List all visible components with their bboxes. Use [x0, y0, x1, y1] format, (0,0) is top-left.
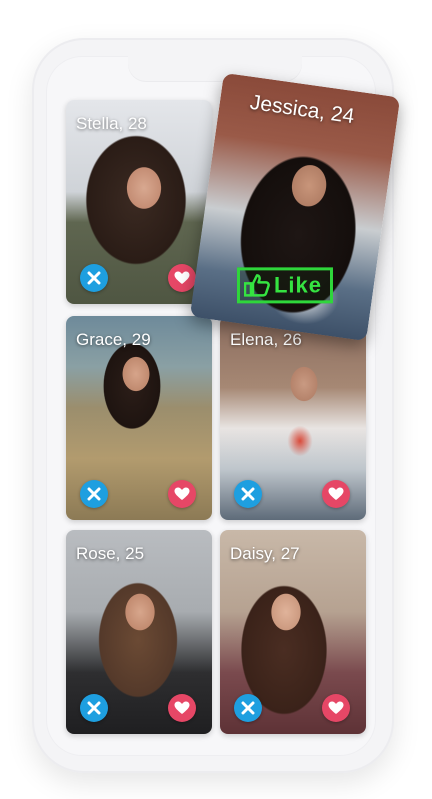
like-stamp-label: Like — [273, 272, 323, 298]
profile-card-grace[interactable]: Grace, 29 — [66, 316, 212, 520]
profile-card-stella[interactable]: Stella, 28 — [66, 100, 212, 304]
close-x-icon — [87, 487, 101, 501]
reject-button[interactable] — [80, 480, 108, 508]
like-button[interactable] — [168, 694, 196, 722]
profile-name: Grace, 29 — [76, 330, 151, 349]
profile-name: Rose, 25 — [76, 544, 145, 563]
phone-notch — [128, 56, 302, 82]
like-button[interactable] — [168, 264, 196, 292]
profile-card-jessica[interactable]: Jessica, 24 Like — [189, 72, 401, 342]
reject-button[interactable] — [234, 694, 262, 722]
heart-icon — [174, 271, 190, 284]
app-stage: Stella, 28 Grace, 29 Elena, 26 Rose, 25 — [0, 0, 432, 799]
profile-card-rose[interactable]: Rose, 25 — [66, 530, 212, 734]
reject-button[interactable] — [234, 480, 262, 508]
profile-name: Stella, 28 — [76, 114, 147, 133]
profile-name: Daisy, 27 — [230, 544, 300, 563]
profile-name: Elena, 26 — [230, 330, 302, 349]
heart-icon — [174, 701, 190, 714]
like-stamp: Like — [236, 267, 334, 304]
like-button[interactable] — [322, 480, 350, 508]
like-button[interactable] — [322, 694, 350, 722]
heart-icon — [174, 487, 190, 500]
like-button[interactable] — [168, 480, 196, 508]
thumbs-up-icon — [243, 274, 270, 297]
reject-button[interactable] — [80, 264, 108, 292]
close-x-icon — [241, 487, 255, 501]
profile-card-elena[interactable]: Elena, 26 — [220, 316, 366, 520]
profile-card-daisy[interactable]: Daisy, 27 — [220, 530, 366, 734]
close-x-icon — [87, 701, 101, 715]
close-x-icon — [241, 701, 255, 715]
reject-button[interactable] — [80, 694, 108, 722]
heart-icon — [328, 487, 344, 500]
heart-icon — [328, 701, 344, 714]
close-x-icon — [87, 271, 101, 285]
